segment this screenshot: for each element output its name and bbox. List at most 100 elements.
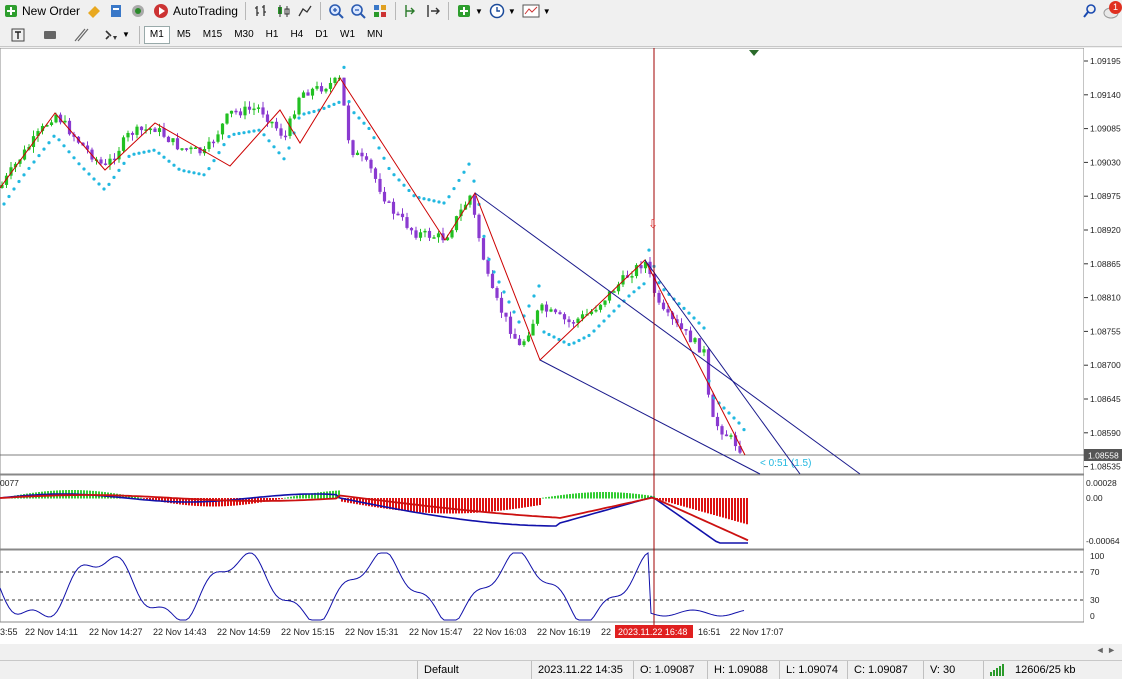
timeframe-m15-button[interactable]: M15 (198, 26, 227, 44)
zoom-in-icon (329, 4, 344, 19)
candle-body (166, 136, 171, 143)
candle-body (504, 312, 508, 317)
candle-body (378, 178, 382, 192)
candle-body (517, 338, 522, 346)
candle-body (207, 141, 211, 149)
templates-icon (522, 4, 540, 18)
macd-bar (539, 498, 541, 506)
arrows-tool-button[interactable]: ▼ (100, 25, 133, 45)
candle-body (598, 304, 603, 310)
signals-button[interactable] (127, 1, 149, 21)
sar-dot (367, 126, 371, 131)
price-label: 1.08865 (1090, 259, 1121, 269)
macd-bar (443, 498, 445, 514)
candle-body (540, 304, 544, 311)
sar-dot (237, 131, 241, 136)
zoom-in-button[interactable] (325, 1, 347, 21)
macd-bar (623, 492, 625, 499)
sar-dot (137, 151, 141, 155)
candle-body (724, 434, 729, 437)
main-toolbar: New Order AutoTrading ▼ ▼ ▼ 1 (0, 0, 1122, 22)
macd-bar (512, 498, 514, 510)
candle-body (549, 309, 553, 312)
label-tool-button[interactable] (40, 25, 60, 45)
macd-axis-label: -0.00064 (1086, 536, 1120, 546)
sar-dot (347, 100, 351, 104)
sar-dot (252, 129, 256, 133)
sar-dot (632, 290, 636, 294)
macd-bar (686, 498, 688, 508)
timeframe-h1-button[interactable]: H1 (261, 26, 284, 44)
timeframe-mn-button[interactable]: MN (362, 26, 388, 44)
sar-dot (197, 172, 201, 176)
bar-chart-button[interactable] (250, 1, 272, 21)
templates-button[interactable]: ▼ (519, 1, 554, 21)
sar-dot (307, 111, 311, 115)
sar-dot (517, 320, 521, 324)
macd-bar (452, 498, 454, 514)
chart-tabs-strip: ◄ ► (0, 644, 1122, 660)
candle-chart-button[interactable] (272, 1, 294, 21)
macd-bar (527, 498, 529, 507)
macd-bar (557, 495, 559, 499)
chart-canvas[interactable]: 1.09195 1.09140 1.09085 1.09030 1.08975 1.089… (0, 48, 1122, 644)
candle-body (270, 121, 274, 124)
macd-bar (518, 498, 520, 509)
macd-bar (437, 498, 439, 514)
zoom-out-button[interactable] (347, 1, 369, 21)
macd-bar (575, 493, 577, 499)
new-order-button[interactable]: New Order (0, 1, 83, 21)
macd-bar (509, 498, 511, 510)
sar-dot (207, 167, 211, 171)
macd-bar (689, 498, 691, 509)
search-button[interactable] (1080, 1, 1100, 21)
meta-editor-button[interactable] (83, 1, 105, 21)
chevron-down-icon: ▼ (542, 6, 551, 16)
navigator-button[interactable] (105, 1, 127, 21)
timeframe-d1-button[interactable]: D1 (310, 26, 333, 44)
scroll-arrows-icon[interactable]: ◄ ► (1096, 645, 1116, 655)
candle-body (423, 230, 427, 233)
sar-dot (142, 150, 146, 154)
timeframe-h4-button[interactable]: H4 (285, 26, 308, 44)
sar-dot (602, 319, 606, 323)
macd-bar (719, 498, 721, 517)
macd-bar (296, 495, 298, 499)
chart-window[interactable]: 1.09195 1.09140 1.09085 1.09030 1.08975 1.089… (0, 48, 1122, 644)
search-icon (1083, 4, 1096, 18)
timeframe-m30-button[interactable]: M30 (229, 26, 258, 44)
periods-button[interactable]: ▼ (486, 1, 519, 21)
sar-dot (432, 199, 436, 203)
sar-dot (382, 156, 386, 160)
candle-body (688, 330, 693, 343)
sar-dot (147, 149, 151, 153)
macd-bar (431, 498, 433, 514)
chart-shift-button[interactable] (400, 1, 422, 21)
sar-dot (402, 183, 406, 187)
sar-dot (92, 177, 96, 181)
timeframe-m1-button[interactable]: M1 (143, 25, 170, 44)
macd-bar (524, 498, 526, 508)
indicators-button[interactable]: ▼ (453, 1, 486, 21)
price-label: 1.09195 (1090, 56, 1121, 66)
autotrading-button[interactable]: AutoTrading (149, 1, 241, 21)
price-label: 1.08535 (1090, 462, 1121, 472)
macd-axis-label: 0.00 (1086, 493, 1103, 503)
macd-bar (578, 493, 580, 499)
tile-windows-button[interactable] (369, 1, 391, 21)
status-volume: V: 30 (924, 660, 984, 679)
candle-body (544, 304, 549, 312)
sar-dot (202, 173, 206, 177)
autoscroll-button[interactable] (422, 1, 444, 21)
sar-dot (37, 153, 41, 158)
timeframe-m5-button[interactable]: M5 (172, 26, 196, 44)
fibonacci-tool-button[interactable] (70, 25, 92, 45)
notifications-button[interactable]: 1 (1100, 1, 1122, 21)
sar-dot (102, 187, 106, 191)
text-tool-button[interactable] (8, 25, 28, 45)
price-label: 1.08700 (1090, 360, 1121, 370)
line-chart-button[interactable] (294, 1, 316, 21)
tile-windows-icon (373, 5, 386, 17)
candle-body (657, 292, 661, 303)
timeframe-w1-button[interactable]: W1 (335, 26, 360, 44)
